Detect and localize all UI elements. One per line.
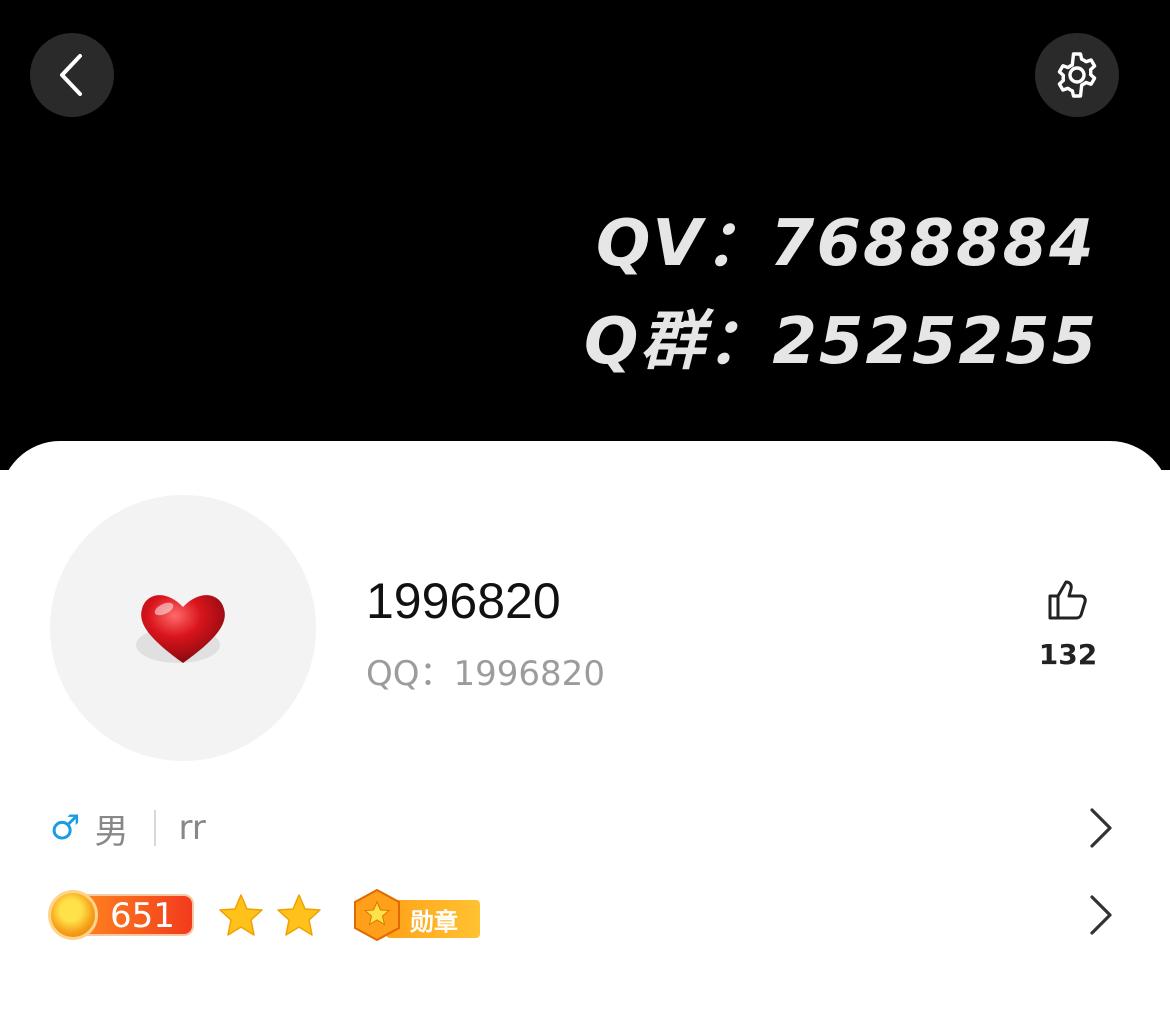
chevron-right-icon — [1090, 808, 1112, 848]
settings-button[interactable] — [1035, 33, 1119, 117]
level-number: 651 — [110, 896, 175, 936]
badges-row[interactable]: 651 勋章 — [48, 880, 1118, 950]
chevron-right-icon — [1090, 895, 1112, 935]
gender-label: 男 — [94, 811, 129, 852]
male-icon: ♂ — [50, 808, 81, 848]
basic-info-row[interactable]: ♂ 男 rr — [48, 793, 1118, 863]
cover-text-line-2: Q群：2525255 — [584, 305, 1099, 379]
medal-label: 勋章 — [410, 908, 458, 936]
like-button[interactable]: 132 — [1028, 578, 1108, 671]
medal-badge: 勋章 — [352, 888, 480, 942]
back-button[interactable] — [30, 33, 114, 117]
medal-icon — [354, 888, 400, 942]
heart-icon — [136, 595, 225, 663]
gear-icon — [1057, 52, 1097, 98]
nickname: 1996820 — [366, 573, 561, 629]
level-badge: 651 — [48, 890, 194, 940]
profile-cover: QV：7688884 Q群：2525255 — [0, 0, 1170, 470]
like-count: 132 — [1038, 638, 1098, 671]
divider — [154, 810, 157, 846]
star-icon — [219, 894, 263, 936]
thumbs-up-icon — [1048, 580, 1087, 620]
avatar[interactable] — [50, 495, 316, 761]
chevron-left-icon — [60, 54, 82, 96]
qq-number: QQ：1996820 — [366, 654, 605, 694]
coin-icon — [48, 890, 98, 940]
star-icon — [277, 894, 321, 936]
signature-text: rr — [178, 808, 206, 848]
cover-text-line-1: QV：7688884 — [596, 207, 1096, 281]
